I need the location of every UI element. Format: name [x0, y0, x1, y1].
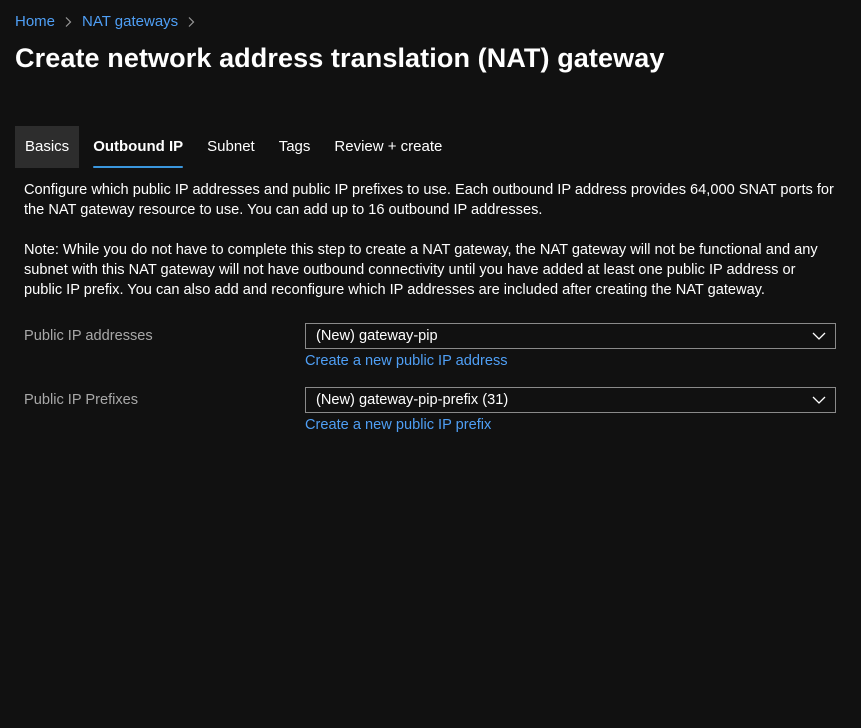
description: Configure which public IP addresses and …: [24, 180, 836, 300]
chevron-down-icon: [812, 331, 826, 341]
page-title: Create network address translation (NAT)…: [15, 43, 665, 73]
tab-review-create[interactable]: Review + create: [324, 126, 452, 168]
chevron-right-icon: [186, 16, 196, 28]
public-ip-addresses-value: (New) gateway-pip: [316, 328, 438, 344]
public-ip-prefixes-label: Public IP Prefixes: [24, 392, 139, 408]
chevron-down-icon: [812, 395, 826, 405]
tab-subnet[interactable]: Subnet: [197, 126, 265, 168]
public-ip-addresses-dropdown[interactable]: (New) gateway-pip: [305, 323, 836, 349]
public-ip-addresses-label: Public IP addresses: [24, 328, 153, 344]
note-paragraph: Note: While you do not have to complete …: [24, 242, 818, 298]
breadcrumb-home-link[interactable]: Home: [15, 12, 55, 32]
description-paragraph: Configure which public IP addresses and …: [24, 182, 834, 218]
tab-bar: Basics Outbound IP Subnet Tags Review + …: [15, 126, 456, 168]
breadcrumb-nat-gateways-link[interactable]: NAT gateways: [82, 12, 178, 32]
public-ip-prefixes-value: (New) gateway-pip-prefix (31): [316, 392, 509, 408]
tab-basics[interactable]: Basics: [15, 126, 80, 168]
tab-outbound-ip[interactable]: Outbound IP: [83, 126, 193, 168]
create-public-ip-address-link[interactable]: Create a new public IP address: [305, 352, 508, 370]
page: Home NAT gateways Create network address…: [0, 0, 861, 728]
create-public-ip-prefix-link[interactable]: Create a new public IP prefix: [305, 416, 491, 434]
public-ip-prefixes-dropdown[interactable]: (New) gateway-pip-prefix (31): [305, 387, 836, 413]
chevron-right-icon: [63, 16, 73, 28]
breadcrumb: Home NAT gateways: [15, 12, 205, 32]
tab-tags[interactable]: Tags: [269, 126, 321, 168]
